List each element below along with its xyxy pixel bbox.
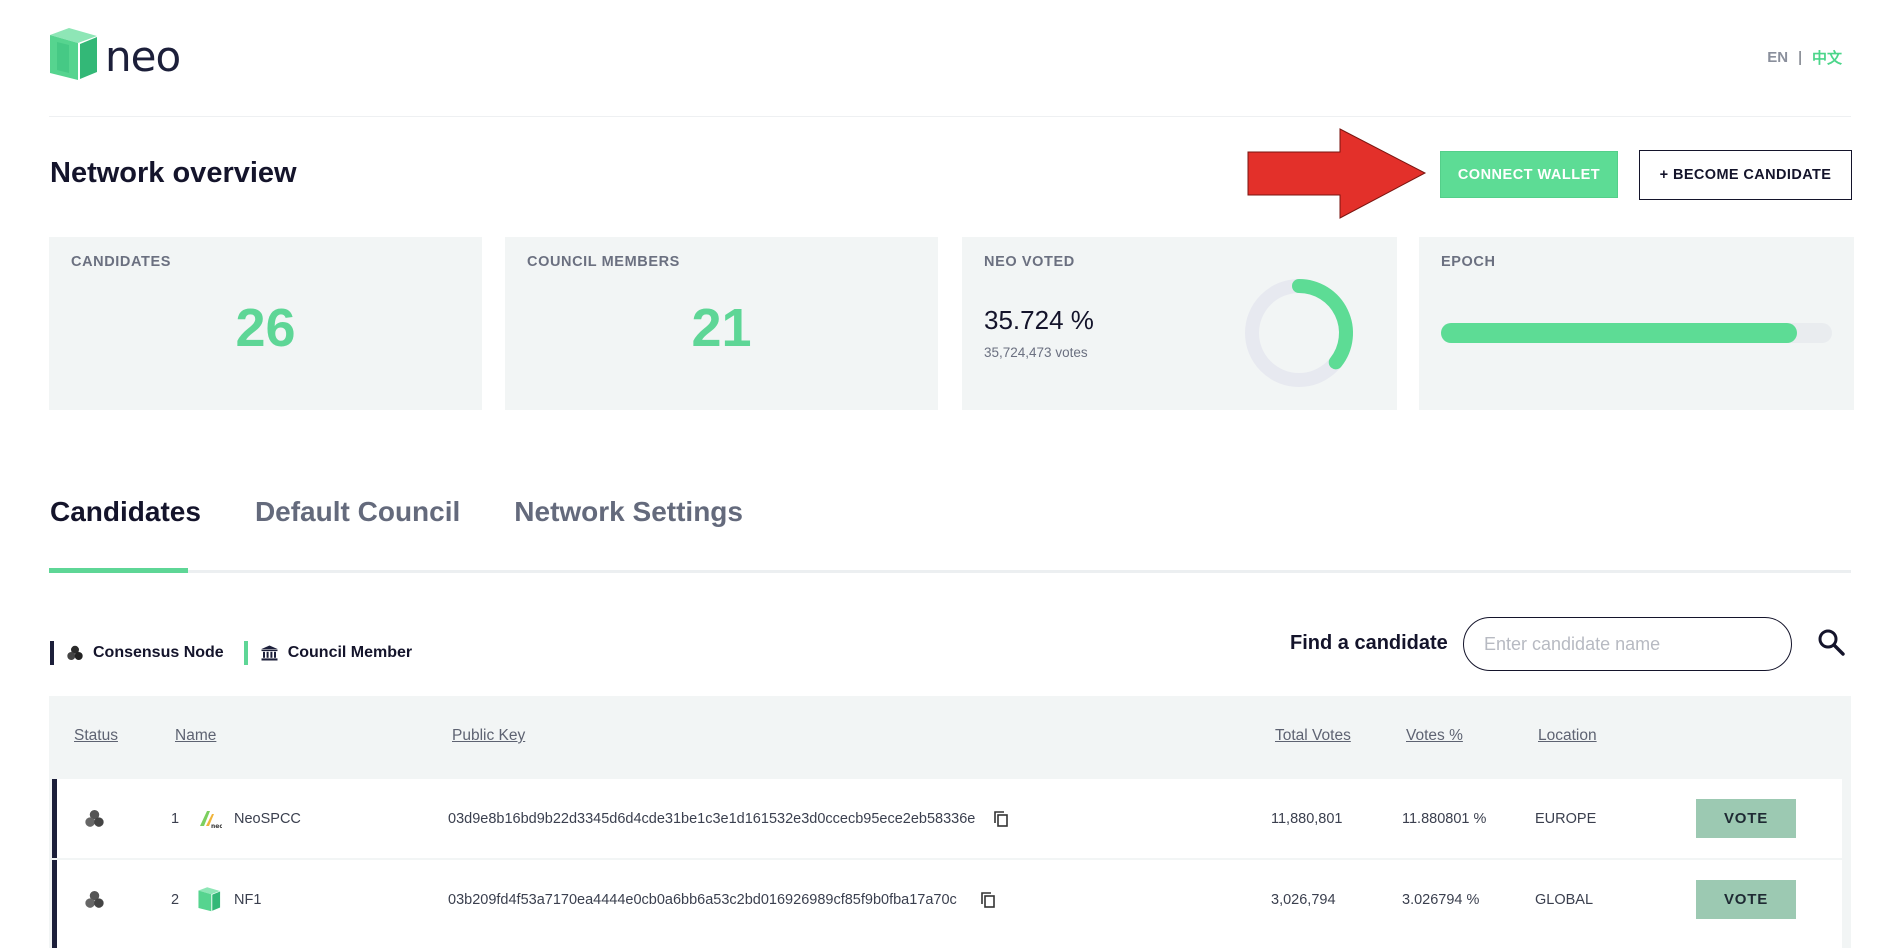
- candidate-public-key: 03b209fd4f53a7170ea4444e0cb0a6bb6a53c2bd…: [448, 891, 957, 908]
- lang-zh-link[interactable]: 中文: [1812, 47, 1842, 68]
- consensus-color-bar: [50, 641, 54, 665]
- tab-default-council[interactable]: Default Council: [255, 496, 460, 528]
- candidate-total-votes: 3,026,794: [1271, 891, 1336, 908]
- candidate-votes-percent: 11.880801 %: [1402, 810, 1487, 827]
- candidates-count: 26: [235, 298, 296, 358]
- search-icon: [1817, 628, 1845, 661]
- candidate-votes-percent: 3.026794 %: [1402, 891, 1480, 908]
- neo-voted-donut: [1245, 279, 1353, 387]
- vote-button[interactable]: VOTE: [1696, 880, 1796, 919]
- language-switcher: EN | 中文: [1767, 47, 1842, 68]
- tab-network-settings[interactable]: Network Settings: [514, 496, 743, 528]
- epoch-label: EPOCH: [1441, 254, 1496, 270]
- council-member-label: Council Member: [287, 644, 413, 661]
- svg-text:neo: neo: [211, 823, 222, 830]
- epoch-progress-track: [1441, 323, 1832, 343]
- candidate-logo-icon: [198, 860, 221, 939]
- column-name[interactable]: Name: [175, 727, 216, 745]
- node-legend: Consensus Node Council Member: [50, 641, 412, 665]
- vote-button[interactable]: VOTE: [1696, 799, 1796, 838]
- neo-voted-percent: 35.724 %: [984, 305, 1094, 335]
- candidate-total-votes: 11,880,801: [1271, 810, 1343, 827]
- copy-key-icon[interactable]: [994, 779, 1008, 858]
- candidate-rank: 1: [171, 810, 180, 827]
- active-tab-indicator: [49, 568, 188, 573]
- tab-candidates[interactable]: Candidates: [50, 496, 201, 528]
- connect-wallet-button[interactable]: CONNECT WALLET: [1440, 151, 1618, 198]
- column-votes-percent[interactable]: Votes %: [1406, 727, 1463, 745]
- candidates-label: CANDIDATES: [71, 254, 171, 270]
- candidate-rank: 2: [171, 891, 180, 908]
- find-candidate-label: Find a candidate: [1290, 632, 1448, 654]
- consensus-node-icon: [85, 860, 104, 939]
- page-title: Network overview: [50, 157, 297, 189]
- council-member-icon: [261, 645, 278, 661]
- table-header: Status Name Public Key Total Votes Votes…: [49, 696, 1851, 779]
- candidate-name[interactable]: NF1: [234, 860, 261, 939]
- candidate-location: EUROPE: [1535, 810, 1597, 827]
- section-tabs: Candidates Default Council Network Setti…: [50, 496, 743, 528]
- council-members-count: 21: [691, 298, 752, 358]
- column-location[interactable]: Location: [1538, 727, 1597, 745]
- lang-separator: |: [1798, 49, 1802, 66]
- neo-logo[interactable]: neo: [49, 28, 181, 86]
- become-candidate-button[interactable]: + BECOME CANDIDATE: [1639, 150, 1852, 200]
- candidates-card: CANDIDATES 26: [49, 237, 482, 410]
- red-arrow-annotation: [1247, 128, 1427, 225]
- candidate-logo-icon: neo: [198, 779, 222, 858]
- copy-key-icon[interactable]: [981, 860, 995, 939]
- table-row: 2 NF1 03b209fd4f53a7170ea4444e0cb0a6bb6a…: [52, 860, 1842, 939]
- search-button[interactable]: [1816, 629, 1846, 659]
- neo-voted-arc: [1292, 279, 1353, 370]
- consensus-node-icon: [85, 779, 104, 858]
- candidate-search-input[interactable]: [1463, 617, 1792, 671]
- candidate-public-key: 03d9e8b16bd9b22d3345d6d4cde31be1c3e1d161…: [448, 810, 976, 827]
- neo-voted-card: NEO VOTED 35.724 % 35,724,473 votes: [962, 237, 1397, 410]
- header-divider: [49, 116, 1851, 117]
- column-public-key[interactable]: Public Key: [452, 727, 525, 745]
- council-members-card: COUNCIL MEMBERS 21: [505, 237, 938, 410]
- column-status[interactable]: Status: [74, 727, 118, 745]
- table-row-partial: [52, 939, 1842, 948]
- consensus-node-icon: [67, 645, 83, 661]
- logo-wordmark: neo: [105, 32, 181, 81]
- candidate-location: GLOBAL: [1535, 891, 1594, 908]
- epoch-progress-fill: [1441, 323, 1797, 343]
- candidate-name[interactable]: NeoSPCC: [234, 779, 301, 858]
- neo-voted-label: NEO VOTED: [984, 254, 1075, 270]
- consensus-node-label: Consensus Node: [93, 644, 224, 661]
- table-row: 1 neo NeoSPCC 03d9e8b16bd9b22d3345d6d4cd…: [52, 779, 1842, 858]
- council-members-label: COUNCIL MEMBERS: [527, 254, 680, 270]
- epoch-card: EPOCH: [1419, 237, 1854, 410]
- tabs-divider: [49, 570, 1851, 573]
- neo-voted-votes: 35,724,473 votes: [984, 345, 1088, 360]
- lang-en-link[interactable]: EN: [1767, 49, 1788, 66]
- council-color-bar: [243, 641, 248, 665]
- column-total-votes[interactable]: Total Votes: [1275, 727, 1351, 745]
- neo-logo-icon: [49, 28, 99, 86]
